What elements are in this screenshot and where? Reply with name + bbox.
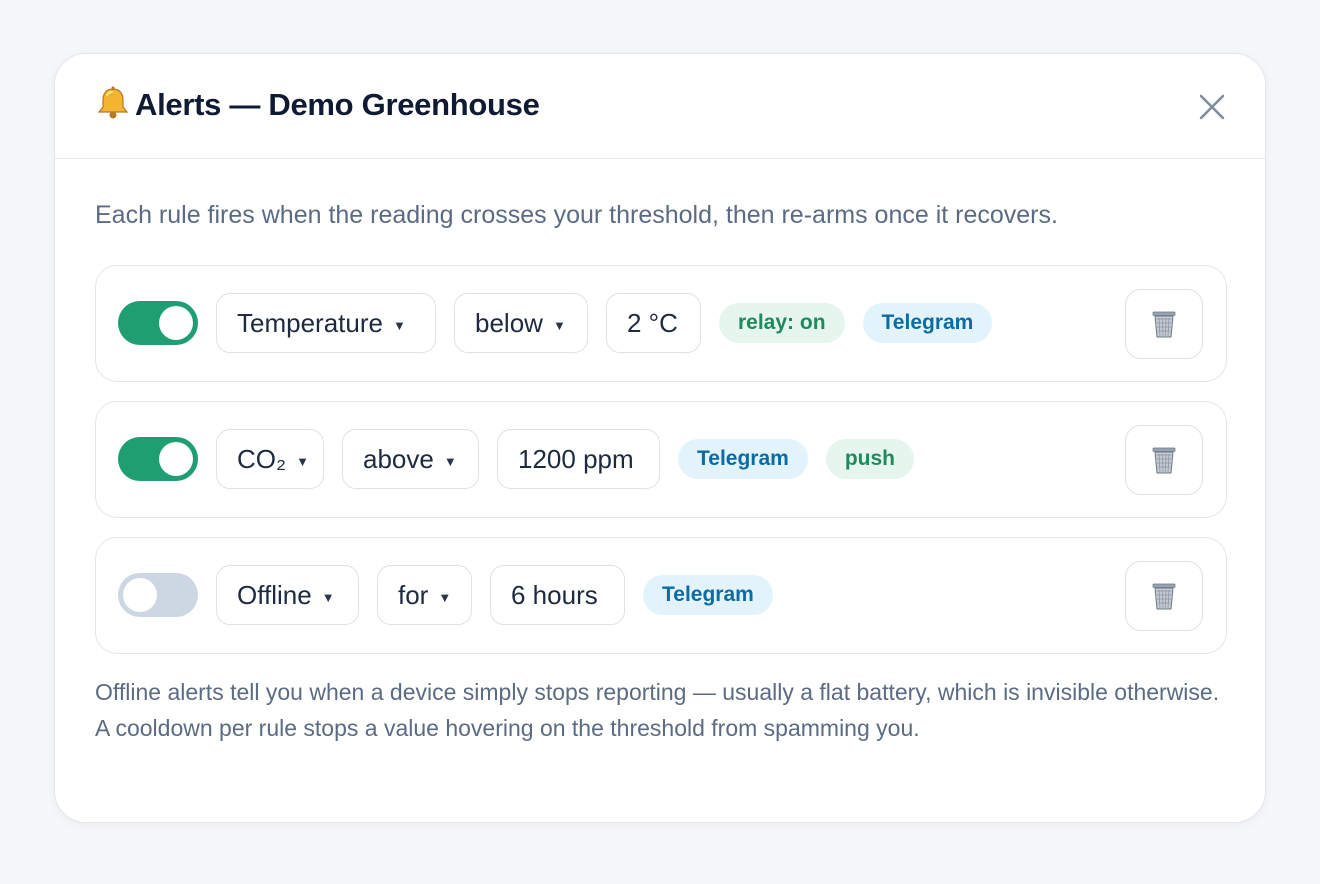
condition-select[interactable]: above ▼	[342, 429, 479, 489]
intro-text: Each rule fires when the reading crosses…	[95, 201, 1058, 229]
threshold-value: 6 hours	[511, 579, 598, 610]
condition-select-value: for	[398, 579, 429, 610]
caret-down-icon: ▼	[443, 453, 457, 469]
caret-down-icon: ▼	[321, 589, 335, 605]
action-chip[interactable]: Telegram	[678, 439, 808, 479]
threshold-input[interactable]: 6 hours	[490, 565, 625, 625]
close-button[interactable]	[1195, 90, 1229, 124]
close-icon[interactable]	[1195, 90, 1229, 124]
trash-icon[interactable]	[1150, 445, 1178, 475]
threshold-value: 2 °C	[627, 307, 678, 338]
metric-select-value: Offline	[237, 579, 312, 610]
modal-title: Alerts — Demo Greenhouse	[135, 87, 540, 122]
bell-icon	[95, 85, 131, 121]
toggle-knob	[159, 442, 193, 476]
condition-select-value: above	[363, 443, 434, 474]
rule-controls: CO₂ ▼ above ▼ 1200 ppm Telegram push	[118, 428, 932, 490]
condition-select-value: below	[475, 307, 543, 338]
toggle-knob	[123, 578, 157, 612]
delete-rule-button[interactable]	[1125, 425, 1203, 495]
threshold-input[interactable]: 1200 ppm	[497, 429, 660, 489]
caret-down-icon: ▼	[438, 589, 452, 605]
metric-select[interactable]: Temperature ▼	[216, 293, 436, 353]
alert-rule: CO₂ ▼ above ▼ 1200 ppm Telegram push	[95, 401, 1227, 518]
caret-down-icon: ▼	[392, 317, 406, 333]
toggle-knob	[159, 306, 193, 340]
condition-select[interactable]: for ▼	[377, 565, 472, 625]
rule-enabled-toggle[interactable]	[118, 437, 198, 481]
condition-select[interactable]: below ▼	[454, 293, 588, 353]
footer-note: Offline alerts tell you when a device si…	[95, 679, 1220, 741]
caret-down-icon: ▼	[552, 317, 566, 333]
alerts-modal: Alerts — Demo Greenhouse Each rule fires…	[54, 53, 1266, 823]
threshold-input[interactable]: 2 °C	[606, 293, 701, 353]
modal-header: Alerts — Demo Greenhouse	[55, 54, 1265, 159]
action-chip[interactable]: Telegram	[643, 575, 773, 615]
delete-rule-button[interactable]	[1125, 561, 1203, 631]
metric-select[interactable]: CO₂ ▼	[216, 429, 324, 489]
threshold-value: 1200 ppm	[518, 443, 634, 474]
delete-rule-button[interactable]	[1125, 289, 1203, 359]
rule-controls: Temperature ▼ below ▼ 2 °C relay: on Teleg…	[118, 292, 1010, 354]
rule-enabled-toggle[interactable]	[118, 301, 198, 345]
caret-down-icon: ▼	[296, 453, 309, 469]
rule-enabled-toggle[interactable]	[118, 573, 198, 617]
trash-icon[interactable]	[1150, 309, 1178, 339]
metric-select-value: Temperature	[237, 307, 383, 338]
action-chip[interactable]: relay: on	[719, 303, 845, 343]
trash-icon[interactable]	[1150, 581, 1178, 611]
metric-select[interactable]: Offline ▼	[216, 565, 359, 625]
metric-select-value: CO₂	[237, 443, 287, 474]
action-chip[interactable]: Telegram	[862, 303, 993, 343]
alert-rule: Temperature ▼ below ▼ 2 °C relay: on Teleg…	[95, 265, 1227, 382]
alert-rule: Offline ▼ for ▼ 6 hours Telegram	[95, 537, 1227, 654]
rule-controls: Offline ▼ for ▼ 6 hours Telegram	[118, 564, 791, 626]
action-chip[interactable]: push	[825, 439, 914, 479]
title-wrap: Alerts — Demo Greenhouse	[95, 85, 540, 123]
